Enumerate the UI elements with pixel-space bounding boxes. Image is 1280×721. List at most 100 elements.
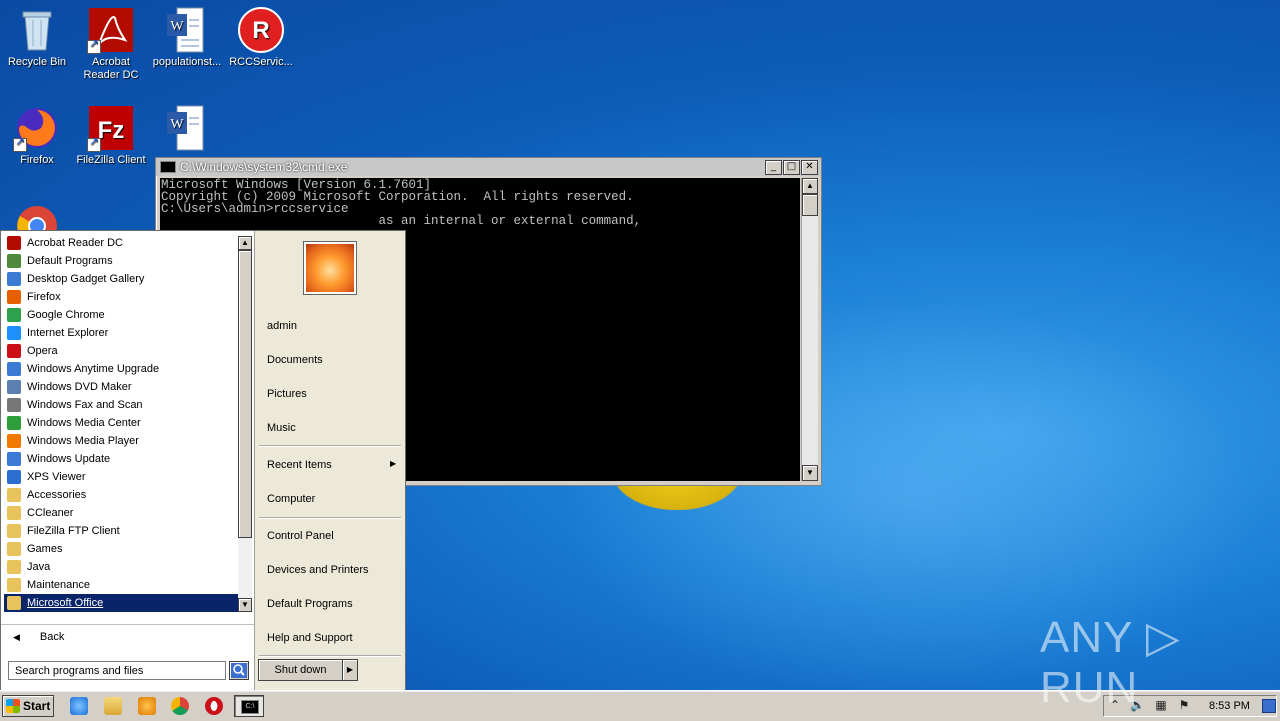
program-label: Games xyxy=(27,543,63,555)
shut-down-options-arrow-icon[interactable]: ▶ xyxy=(342,659,358,681)
desktop-icon-word-doc[interactable]: W xyxy=(150,104,224,154)
maximize-button[interactable]: □ xyxy=(783,160,800,175)
back-button[interactable]: ◀ Back xyxy=(1,624,254,649)
program-item[interactable]: Desktop Gadget Gallery xyxy=(4,270,238,288)
desktop-icon-label: Firefox xyxy=(20,154,54,166)
internet-explorer-icon[interactable] xyxy=(70,697,88,715)
program-icon xyxy=(7,578,21,592)
search-input[interactable]: Search programs and files xyxy=(8,661,226,680)
desktop-icon-label: Acrobat Reader DC xyxy=(83,56,139,81)
desktop-icon-firefox[interactable]: Firefox xyxy=(0,104,74,167)
search-button[interactable] xyxy=(229,661,249,680)
program-label: Acrobat Reader DC xyxy=(27,237,123,249)
desktop-icon-acrobat[interactable]: Acrobat Reader DC xyxy=(74,6,148,82)
menu-item-music[interactable]: Music xyxy=(267,422,296,434)
program-icon xyxy=(7,290,21,304)
roblox-icon: R xyxy=(237,6,285,54)
media-player-icon[interactable] xyxy=(138,697,156,715)
program-label: Windows Fax and Scan xyxy=(27,399,143,411)
desktop-icon-rccservice[interactable]: R RCCServic... xyxy=(224,6,298,69)
program-item[interactable]: Maintenance xyxy=(4,576,238,594)
back-label: Back xyxy=(39,631,65,643)
shut-down-button[interactable]: Shut down xyxy=(258,659,343,681)
acrobat-icon xyxy=(87,6,135,54)
desktop-icon-recycle-bin[interactable]: Recycle Bin xyxy=(0,6,74,69)
menu-separator xyxy=(259,655,401,657)
scroll-down-arrow-icon[interactable]: ▼ xyxy=(802,465,818,481)
program-item[interactable]: Firefox xyxy=(4,288,238,306)
program-icon xyxy=(7,488,21,502)
program-label: Windows DVD Maker xyxy=(27,381,132,393)
program-icon xyxy=(7,452,21,466)
scroll-down-arrow-icon[interactable]: ▼ xyxy=(238,598,252,612)
shortcut-arrow-icon xyxy=(87,136,101,152)
program-item[interactable]: XPS Viewer xyxy=(4,468,238,486)
shortcut-arrow-icon xyxy=(87,38,101,54)
program-label: Opera xyxy=(27,345,58,357)
program-item[interactable]: Windows Update xyxy=(4,450,238,468)
cmd-icon: C:\ xyxy=(241,700,259,714)
program-icon xyxy=(7,542,21,556)
program-icon xyxy=(7,308,21,322)
programs-scrollbar[interactable]: ▲ ▼ xyxy=(238,236,252,612)
program-item[interactable]: CCleaner xyxy=(4,504,238,522)
start-button[interactable]: Start xyxy=(2,695,54,717)
program-item[interactable]: Windows Fax and Scan xyxy=(4,396,238,414)
menu-item-control-panel[interactable]: Control Panel xyxy=(267,530,334,542)
program-item[interactable]: Windows Anytime Upgrade xyxy=(4,360,238,378)
menu-item-pictures[interactable]: Pictures xyxy=(267,388,307,400)
recycle-bin-icon xyxy=(13,6,61,54)
minimize-button[interactable]: _ xyxy=(765,160,782,175)
all-programs-list: Acrobat Reader DC Default Programs Desktop… xyxy=(4,234,238,614)
desktop-icon-label: FileZilla Client xyxy=(76,154,146,166)
menu-item-documents[interactable]: Documents xyxy=(267,354,323,366)
program-item[interactable]: Games xyxy=(4,540,238,558)
scroll-thumb[interactable] xyxy=(238,250,252,538)
menu-item-devices-printers[interactable]: Devices and Printers xyxy=(267,564,369,576)
anyrun-watermark: ANY ▷ RUN xyxy=(1040,613,1181,712)
svg-text:Fz: Fz xyxy=(98,117,125,144)
program-item[interactable]: Windows Media Center xyxy=(4,414,238,432)
menu-item-recent-items[interactable]: Recent Items xyxy=(267,459,332,471)
desktop-icon-filezilla[interactable]: Fz FileZilla Client xyxy=(74,104,148,167)
program-icon xyxy=(7,524,21,538)
program-item[interactable]: Google Chrome xyxy=(4,306,238,324)
program-item[interactable]: Internet Explorer xyxy=(4,324,238,342)
explorer-folder-icon[interactable] xyxy=(104,697,122,715)
program-icon xyxy=(7,416,21,430)
program-item[interactable]: Windows DVD Maker xyxy=(4,378,238,396)
program-item[interactable]: FileZilla FTP Client xyxy=(4,522,238,540)
cmd-scrollbar[interactable]: ▲ ▼ xyxy=(801,178,818,481)
menu-separator xyxy=(259,517,401,519)
scroll-up-arrow-icon[interactable]: ▲ xyxy=(238,236,252,250)
program-label: Windows Media Player xyxy=(27,435,139,447)
program-item[interactable]: Opera xyxy=(4,342,238,360)
menu-item-default-programs[interactable]: Default Programs xyxy=(267,598,353,610)
cmd-title-bar[interactable]: C:\Windows\system32\cmd.exe xyxy=(156,158,821,176)
cmd-title: C:\Windows\system32\cmd.exe xyxy=(180,160,348,174)
taskbar-cmd-button[interactable]: C:\ xyxy=(234,695,264,717)
program-icon xyxy=(7,560,21,574)
menu-item-user[interactable]: admin xyxy=(267,320,297,332)
program-item[interactable]: Java xyxy=(4,558,238,576)
program-label: Microsoft Office xyxy=(27,597,104,609)
user-avatar[interactable] xyxy=(303,241,357,295)
program-item[interactable]: Accessories xyxy=(4,486,238,504)
menu-item-computer[interactable]: Computer xyxy=(267,493,315,505)
program-item[interactable]: Microsoft Office xyxy=(4,594,238,612)
search-icon xyxy=(231,663,247,678)
cmd-window-icon xyxy=(160,161,176,173)
close-button[interactable]: ✕ xyxy=(801,160,818,175)
desktop-icon-populationst[interactable]: W populationst... xyxy=(150,6,224,69)
program-item[interactable]: Windows Media Player xyxy=(4,432,238,450)
opera-icon[interactable] xyxy=(205,697,223,715)
word-document-icon: W xyxy=(163,104,211,152)
scroll-up-arrow-icon[interactable]: ▲ xyxy=(802,178,818,194)
program-item[interactable]: Default Programs xyxy=(4,252,238,270)
program-label: Windows Update xyxy=(27,453,111,465)
scroll-thumb[interactable] xyxy=(802,194,818,216)
chrome-icon[interactable] xyxy=(171,697,189,715)
menu-item-help-support[interactable]: Help and Support xyxy=(267,632,353,644)
program-item[interactable]: Acrobat Reader DC xyxy=(4,234,238,252)
back-arrow-icon: ◀ xyxy=(13,631,20,642)
